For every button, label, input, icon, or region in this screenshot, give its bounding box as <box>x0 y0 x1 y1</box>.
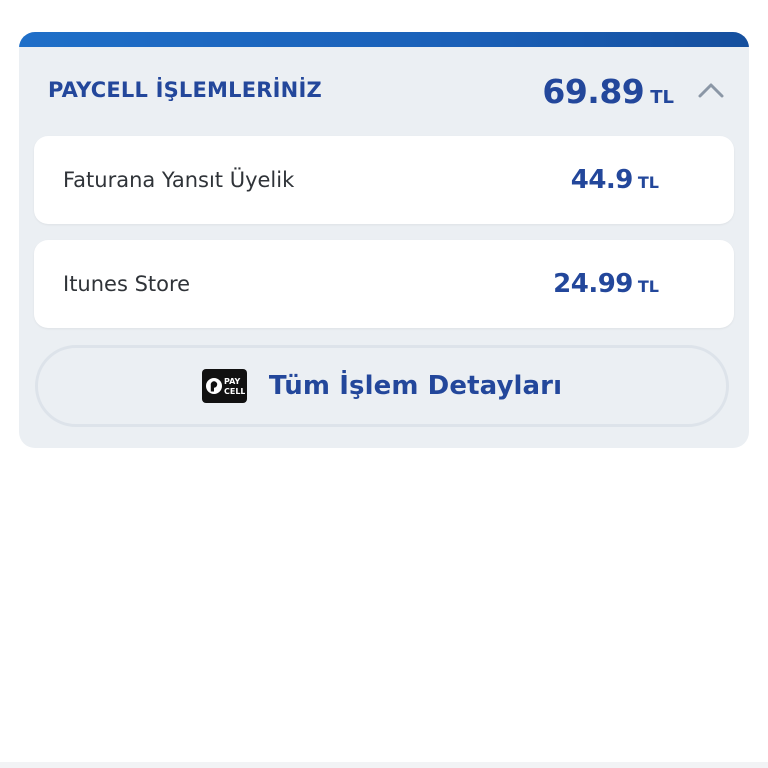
transaction-amount-value: 44.9 <box>570 165 634 195</box>
transaction-row[interactable]: Faturana Yansıt Üyelik 44.9 TL <box>34 136 734 224</box>
transaction-label: Itunes Store <box>63 272 191 296</box>
details-button-label: Tüm İşlem Detayları <box>268 371 563 401</box>
all-transaction-details-button[interactable]: PAY CELL Tüm İşlem Detayları <box>35 345 729 427</box>
transaction-row[interactable]: Itunes Store 24.99 TL <box>34 240 734 328</box>
paycell-logo-icon: PAY CELL <box>201 369 247 403</box>
card-title: PAYCELL İŞLEMLERİNİZ <box>48 78 322 102</box>
transaction-amount-currency: TL <box>637 173 659 192</box>
total-amount-value: 69.89 <box>542 72 645 111</box>
total-amount-currency: TL <box>650 87 674 108</box>
card-header[interactable]: PAYCELL İŞLEMLERİNİZ 69.89 TL <box>19 47 749 137</box>
card-top-accent-bar <box>19 32 749 47</box>
total-amount: 69.89 TL <box>542 72 674 111</box>
paycell-transactions-card: PAYCELL İŞLEMLERİNİZ 69.89 TL Faturana Y… <box>19 32 749 448</box>
chevron-up-icon[interactable] <box>697 81 725 99</box>
bottom-divider <box>0 762 768 768</box>
transaction-amount-value: 24.99 <box>553 269 633 299</box>
transaction-amount: 44.9 TL <box>571 165 659 195</box>
transaction-amount-currency: TL <box>637 277 659 296</box>
transaction-amount: 24.99 TL <box>553 269 659 299</box>
paycell-logo-text-top: PAY <box>224 377 241 386</box>
transaction-label: Faturana Yansıt Üyelik <box>63 168 295 192</box>
paycell-logo-text-bottom: CELL <box>224 387 245 396</box>
